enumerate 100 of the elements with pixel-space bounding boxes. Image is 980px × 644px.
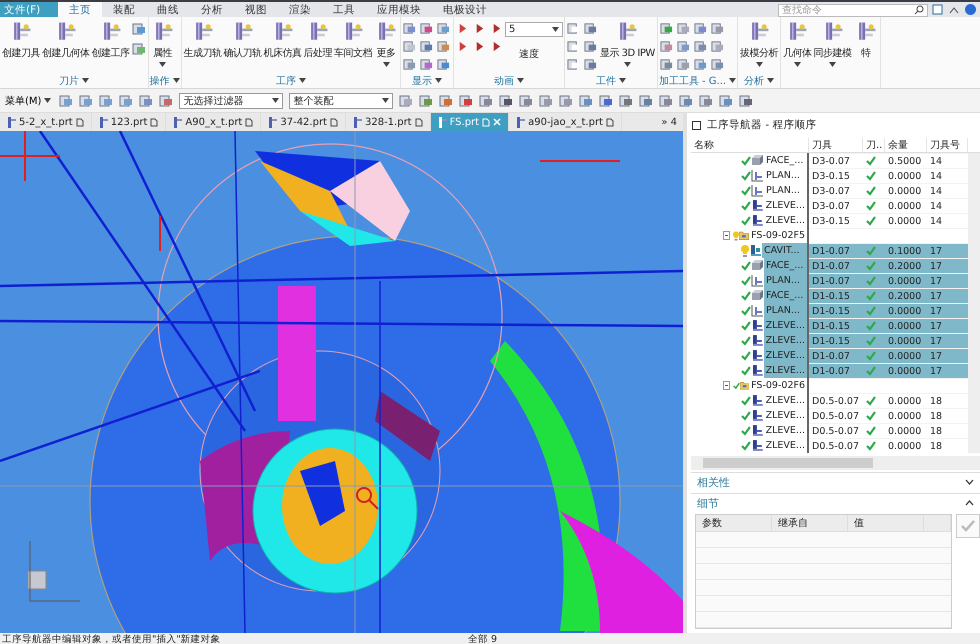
tool-icon[interactable] (139, 94, 154, 108)
ribbon-button[interactable]: 几何体 (782, 20, 813, 67)
ribbon-tab[interactable]: 渲染 (278, 2, 322, 17)
column-header[interactable]: 名称 (691, 138, 809, 152)
operation-row[interactable]: ZLEVE... D3-0.07 0.0000 14 (691, 198, 980, 213)
section-header[interactable]: 细节 (691, 493, 980, 512)
tool-icon[interactable] (699, 94, 714, 108)
speed-dropdown[interactable]: 5 (505, 22, 563, 37)
tab-overflow-button[interactable]: » 4 (655, 113, 683, 131)
tool-icon[interactable] (439, 94, 454, 108)
tool-icon[interactable] (676, 58, 690, 71)
tool-icon[interactable] (459, 94, 474, 108)
tool-icon[interactable] (479, 94, 494, 108)
ribbon-button[interactable]: 创建工序 (90, 20, 130, 60)
ribbon-button[interactable]: 更多 (373, 20, 399, 67)
ribbon-button[interactable]: 生成刀轨 (182, 20, 222, 60)
ribbon-button[interactable]: 显示 3D IPW (599, 20, 656, 67)
tool-icon[interactable] (419, 94, 434, 108)
help-icon[interactable] (965, 4, 976, 15)
tool-icon[interactable] (619, 94, 634, 108)
operation-row[interactable]: ZLEVE... D0.5-0.07 0.0000 18 (691, 423, 980, 438)
tool-icon[interactable] (420, 40, 433, 53)
tool-icon[interactable] (403, 22, 416, 35)
tool-icon[interactable] (659, 94, 674, 108)
tool-icon[interactable] (639, 94, 654, 108)
tool-icon[interactable] (59, 94, 74, 108)
tool-icon[interactable] (710, 40, 724, 53)
chevron-up-icon[interactable] (949, 6, 959, 14)
tool-icon[interactable] (539, 94, 554, 108)
operation-row[interactable]: ZLEVE... D1-0.07 0.0000 17 (691, 363, 980, 378)
tool-icon[interactable] (79, 94, 94, 108)
column-header[interactable]: 参数 (696, 515, 772, 531)
tool-icon[interactable] (399, 94, 414, 108)
tool-icon[interactable] (559, 94, 574, 108)
tool-icon[interactable] (694, 58, 707, 71)
tool-icon[interactable] (499, 94, 514, 108)
ribbon-tab[interactable]: 分析 (190, 2, 234, 17)
column-header[interactable]: 刀具号 (927, 138, 968, 152)
tool-icon[interactable] (132, 42, 146, 56)
ribbon-tab[interactable]: 主页 (58, 2, 102, 17)
tool-icon[interactable] (660, 58, 673, 71)
operation-row[interactable]: ZLEVE... D0.5-0.07 0.0000 18 (691, 438, 980, 453)
tool-icon[interactable] (420, 58, 433, 71)
selection-filter-dropdown[interactable]: 无选择过滤器 (179, 92, 284, 108)
ribbon-button[interactable]: 车间文档 (333, 20, 373, 60)
column-header[interactable]: 刀具 (809, 138, 863, 152)
tool-icon[interactable] (710, 58, 724, 71)
operation-row[interactable]: ZLEVE... D0.5-0.07 0.0000 18 (691, 408, 980, 423)
tool-icon[interactable] (99, 94, 114, 108)
ribbon-tab[interactable]: 视图 (234, 2, 278, 17)
menu-button[interactable]: 菜单(M) (3, 94, 54, 108)
operation-row[interactable]: FACE_... D3-0.07 0.5000 14 (691, 153, 980, 168)
ribbon-tab[interactable]: 工具 (322, 2, 366, 17)
ribbon-button[interactable]: 特 (852, 20, 879, 60)
ribbon-button[interactable]: 属性 (150, 20, 176, 67)
tool-icon[interactable] (519, 94, 534, 108)
column-header[interactable]: 值 (848, 515, 924, 531)
tool-icon[interactable] (579, 94, 594, 108)
operation-row[interactable]: PLAN... D3-0.15 0.0000 14 (691, 168, 980, 183)
column-header[interactable]: 继承自 (772, 515, 848, 531)
operation-row[interactable]: ZLEVE... D0.5-0.07 0.0000 18 (691, 393, 980, 408)
window-icon[interactable] (932, 4, 943, 15)
section-header[interactable]: 相关性 (691, 472, 980, 491)
close-icon[interactable] (493, 118, 502, 126)
tool-icon[interactable] (660, 22, 673, 35)
ribbon-button[interactable]: 创建刀具 (1, 20, 41, 60)
tool-icon[interactable] (437, 40, 450, 53)
ribbon-tab[interactable]: 应用模块 (366, 2, 432, 17)
tool-icon[interactable] (676, 40, 690, 53)
tool-icon[interactable] (599, 94, 614, 108)
column-header[interactable]: 刀.. (863, 138, 885, 152)
collapse-toggle[interactable] (723, 231, 730, 240)
tool-icon[interactable] (694, 22, 707, 35)
tool-icon[interactable] (159, 94, 174, 108)
tool-icon[interactable] (679, 94, 694, 108)
tool-icon[interactable] (739, 94, 754, 108)
tool-icon[interactable] (437, 22, 450, 35)
operation-row[interactable]: ZLEVE... D3-0.15 0.0000 14 (691, 213, 980, 228)
tool-icon[interactable] (719, 94, 734, 108)
tool-icon[interactable] (676, 22, 690, 35)
scrollbar-thumb[interactable] (703, 458, 873, 468)
group-row[interactable]: FS-09-02F6 (691, 378, 980, 393)
collapse-toggle[interactable] (723, 381, 730, 390)
tool-icon[interactable] (420, 22, 433, 35)
ribbon-button[interactable]: 拔模分析 (739, 20, 780, 67)
tool-icon[interactable] (119, 94, 134, 108)
ribbon-button[interactable]: 创建几何体 (41, 20, 90, 60)
ribbon-tab[interactable]: 装配 (102, 2, 146, 17)
assembly-scope-dropdown[interactable]: 整个装配 (289, 92, 394, 108)
ribbon-button[interactable]: 同步建模 (812, 20, 853, 67)
ribbon-tab[interactable]: 电极设计 (432, 2, 498, 17)
ribbon-button[interactable]: 确认刀轨 (222, 20, 262, 60)
tool-icon[interactable] (132, 22, 146, 36)
tool-icon[interactable] (403, 40, 416, 53)
ribbon-tab[interactable]: 曲线 (146, 2, 190, 17)
ribbon-button[interactable]: 机床仿真 (262, 20, 302, 60)
search-field[interactable]: 查找命令 (778, 4, 928, 16)
ribbon-button[interactable]: 后处理 (302, 20, 333, 60)
operation-row[interactable]: PLAN... D3-0.07 0.0000 14 (691, 183, 980, 198)
column-header[interactable]: 余量 (885, 138, 927, 152)
